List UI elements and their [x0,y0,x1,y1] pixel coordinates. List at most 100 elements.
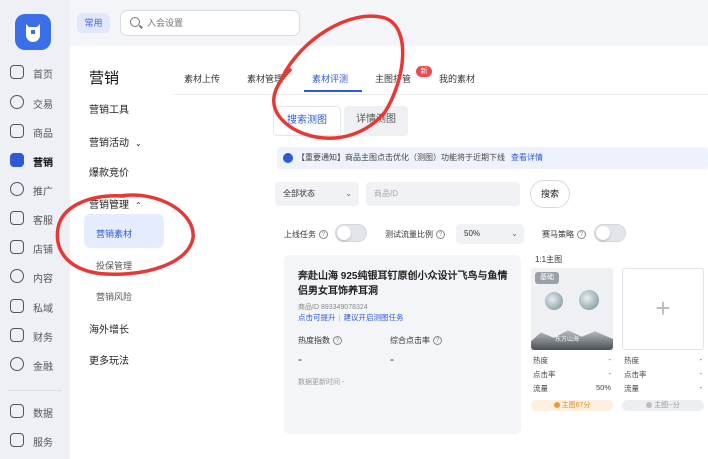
pin-icon [10,182,24,196]
nav-item-label: 商品 [33,129,53,140]
score-dot-icon [646,402,653,409]
tab-my-materials[interactable]: 我的素材 [439,72,475,85]
score-text: 主图--分 [654,402,680,409]
tab-upload[interactable]: 素材上传 [184,72,220,85]
submenu-item-activities[interactable]: 营销活动 ⌄ [89,134,142,149]
content-icon [10,269,24,283]
order-icon [10,95,24,109]
traffic-ratio-label: 测试流量比例? [385,229,445,240]
nav-bottom-item-0[interactable]: 数据 [0,399,70,425]
segment-search-test[interactable]: 搜索测图 [273,106,341,136]
nav-item-4[interactable]: 推广 [0,177,70,203]
nav-item-label: 首页 [33,70,53,81]
nav-item-label: 推广 [33,187,53,198]
nav-item-6[interactable]: 店铺 [0,235,70,261]
stat-value: - [699,369,703,378]
app-logo[interactable] [15,14,51,50]
submenu-item-tools[interactable]: 营销工具 [89,101,129,116]
stat-value: - [699,383,703,392]
chevron-up-icon: ⌃ [135,201,142,210]
score-dot-icon [553,402,560,409]
material-header: 1:1主图 [535,255,563,264]
submenu-label: 营销活动 [89,138,129,149]
frequent-pill[interactable]: 常用 [77,13,110,33]
chevron-down-icon: ⌄ [135,139,142,148]
search-box[interactable] [120,10,300,36]
help-icon[interactable]: ? [319,230,328,240]
chevron-down-icon: ⌄ [345,189,352,198]
bag-icon [10,124,24,138]
nav-item-3[interactable]: 营销 [0,148,70,174]
submenu-item-materials[interactable]: 营销素材 [96,227,132,240]
main-image-thumb[interactable]: 基础 东方山海 [531,268,613,350]
status-value: 全部状态 [283,189,315,198]
nav-item-5[interactable]: 客服 [0,206,70,232]
submenu-item-more[interactable]: 更多玩法 [89,352,129,367]
horse-race-label: 赛马策略? [542,229,586,240]
help-icon[interactable]: ? [436,230,445,240]
nav-item-0[interactable]: 首页 [0,60,70,86]
submenu-item-risk[interactable]: 营销风险 [96,290,132,303]
home-icon [10,65,24,79]
traffic-ratio-select[interactable]: 50% ⌄ [456,224,524,244]
label-text: 热度指数 [298,336,330,345]
chevron-down-icon: ⌄ [511,229,518,238]
add-image-button[interactable]: + [622,268,704,350]
info-icon [283,153,293,163]
label-text: 赛马策略 [542,230,574,239]
nav-item-label: 数据 [33,409,53,420]
score-chip-b: 主图--分 [622,400,704,411]
product-id-input[interactable]: 商品ID [366,182,520,206]
segment-detail-test[interactable]: 详情测图 [344,106,408,136]
earring-image [545,292,563,310]
nav-item-9[interactable]: 财务 [0,323,70,349]
stat-label: 热度 [533,356,548,365]
nav-item-label: 交易 [33,100,53,111]
nav-bottom-item-1[interactable]: 服务 [0,428,70,454]
label-text: 测试流量比例 [385,230,433,239]
submenu-item-bidding[interactable]: 爆款竞价 [89,164,129,179]
score-text: 主图67分 [561,402,591,409]
link-improve[interactable]: 点击可提升 [298,313,336,322]
help-icon[interactable]: ? [433,336,442,346]
nav-item-10[interactable]: 金融 [0,352,70,378]
ratio-value: 50% [464,229,481,238]
horse-race-toggle[interactable] [594,224,626,242]
stat-value: - [608,369,612,378]
launch-task-toggle[interactable] [335,224,367,242]
notice-link[interactable]: 查看详情 [511,153,543,162]
tab-evaluate[interactable]: 素材评测 [312,72,348,85]
stat-label: 流量 [624,384,639,393]
nav-divider [8,390,62,391]
ctr-label: 综合点击率? [390,335,442,346]
score-chip-a: 主图67分 [531,400,613,411]
help-icon[interactable]: ? [333,336,342,346]
search-button[interactable]: 搜索 [530,180,570,208]
nav-item-8[interactable]: 私域 [0,294,70,320]
nav-item-label: 私域 [33,304,53,315]
nav-item-label: 内容 [33,274,53,285]
search-input[interactable] [147,15,287,31]
nav-item-1[interactable]: 交易 [0,90,70,116]
nav-item-label: 营销 [33,158,53,169]
search-icon [130,17,140,27]
chart-icon [10,404,24,418]
status-select[interactable]: 全部状态 ⌄ [275,182,359,206]
stat-label: 点击率 [624,370,647,379]
coin-icon [10,357,24,371]
nav-item-7[interactable]: 内容 [0,264,70,290]
submenu-item-management[interactable]: 营销管理 ⌃ [89,196,142,211]
nav-item-2[interactable]: 商品 [0,119,70,145]
new-badge: 新 [416,66,432,77]
stat-value: 50% [595,383,611,392]
launch-task-label: 上线任务? [284,229,328,240]
nav-item-label: 财务 [33,333,53,344]
tab-manage[interactable]: 素材管理 [247,72,283,85]
label-text: 上线任务 [284,230,316,239]
link-start-test[interactable]: 建议开启测图任务 [343,313,403,322]
help-icon[interactable]: ? [577,230,586,240]
plus-icon: + [655,293,671,323]
tab-main-image[interactable]: 主图打管 [375,72,411,85]
submenu-item-insurance[interactable]: 投保管理 [96,259,132,272]
submenu-item-overseas[interactable]: 海外增长 [89,321,129,336]
